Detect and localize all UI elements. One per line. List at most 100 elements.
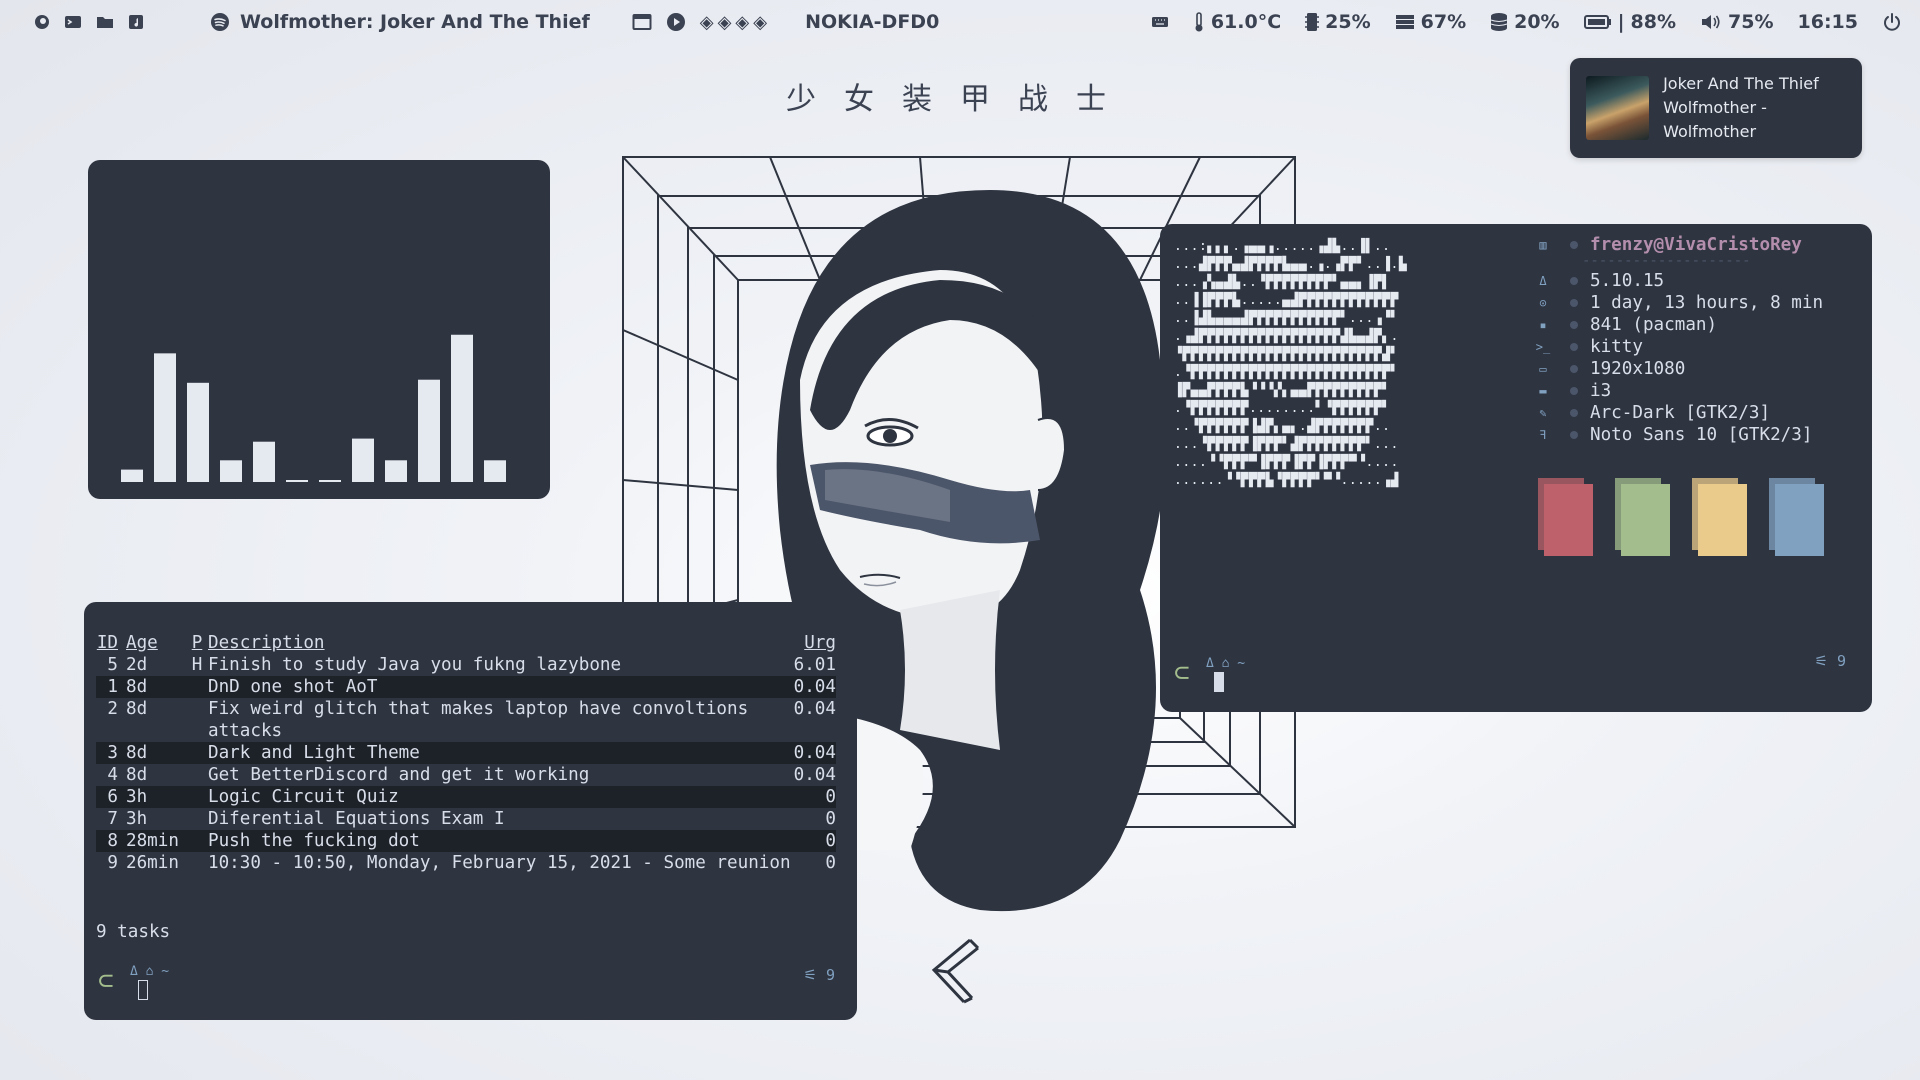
music-icon[interactable] (128, 14, 144, 30)
cpu-usage: 25% (1325, 11, 1371, 33)
table-row: 9 26min 10:30 - 10:50, Monday, February … (96, 852, 836, 874)
terminal-cursor (1214, 672, 1224, 692)
network-name: NOKIA-DFD0 (805, 11, 940, 33)
spotify-icon[interactable] (210, 12, 230, 32)
info-separator: -------------------- (1582, 253, 1751, 269)
info-separator-row: -------------------- (1534, 253, 1823, 270)
task-urgency: 0.04 (792, 742, 836, 764)
terminal-icon[interactable] (64, 14, 82, 30)
task-description: Push the fucking dot (208, 830, 792, 852)
workspace-indicators[interactable]: ◈◈◈◈ (700, 12, 771, 33)
kernel-icon: Δ (1539, 274, 1547, 288)
task-priority (186, 786, 208, 808)
music-notification[interactable]: Joker And The Thief Wolfmother - Wolfmot… (1570, 58, 1862, 158)
color-swatch (1692, 478, 1747, 556)
keyboard-icon (1151, 15, 1169, 29)
task-id: 3 (96, 742, 126, 764)
volume-icon[interactable] (1700, 13, 1722, 31)
info-row-resolution: ▭ 1920x1080 (1534, 358, 1823, 380)
play-icon[interactable] (666, 12, 686, 32)
bullet-dot (1570, 409, 1578, 417)
task-age: 8d (126, 765, 148, 785)
info-row-uptime: ⊙ 1 day, 13 hours, 8 min (1534, 292, 1823, 314)
task-urgency: 6.01 (793, 655, 836, 675)
header-id: ID (96, 633, 118, 653)
task-description: Diferential Equations Exam I (208, 809, 505, 829)
user-icon: ▥ (1539, 238, 1547, 252)
task-age: 3h (126, 809, 148, 829)
task-age: 8d (126, 699, 148, 719)
task-id: 1 (96, 676, 126, 698)
task-priority (186, 698, 208, 742)
clock-icon: ⊙ (1539, 296, 1547, 310)
task-count: 9 tasks (96, 922, 171, 942)
task-id: 8 (96, 830, 126, 852)
bullet-dot (1570, 277, 1578, 285)
visualizer-bar (352, 438, 374, 482)
bullet-dot (1570, 343, 1578, 351)
font-icon: ꟻ (1539, 428, 1547, 442)
memory-icon (1395, 13, 1415, 31)
task-urgency: 0 (825, 809, 836, 829)
power-icon[interactable] (1882, 12, 1902, 32)
prompt-bracket-icon: ⊂ (98, 966, 114, 996)
task-age: 26min (126, 853, 179, 873)
task-priority: H (191, 655, 203, 675)
color-swatch (1769, 478, 1824, 556)
battery-level: 88% (1630, 11, 1677, 33)
task-id: 2 (107, 699, 118, 719)
prompt-meta: Δ ⌂ ~ (130, 964, 170, 979)
disk-usage: 20% (1514, 11, 1560, 33)
terminal-cursor (138, 980, 148, 1000)
header-priority: P (191, 633, 203, 653)
album-art (1586, 76, 1650, 140)
task-description: 10:30 - 10:50, Monday, February 15, 2021… (208, 853, 791, 873)
visualizer-bar (418, 379, 440, 482)
table-row: 2 8d Fix weird glitch that makes laptop … (96, 698, 836, 742)
swatch-block (1544, 484, 1593, 556)
info-value: 1920x1080 (1590, 359, 1686, 379)
battery-separator: | (1617, 11, 1625, 33)
table-row: 7 3h Diferential Equations Exam I 0 (96, 808, 836, 830)
notification-title: Joker And The Thief (1663, 74, 1819, 93)
table-row: 1 8d DnD one shot AoT 0.04 (96, 676, 836, 698)
clock[interactable]: 16:15 (1798, 11, 1858, 33)
visualizer-bar (220, 460, 242, 482)
task-priority (186, 852, 208, 874)
info-row-kernel: Δ 5.10.15 (1534, 270, 1823, 292)
top-bar: Wolfmother: Joker And The Thief ◈◈◈◈ NOK… (0, 0, 1920, 44)
info-row-terminal: >_ kitty (1534, 336, 1823, 358)
task-priority (186, 676, 208, 698)
task-id: 5 (107, 655, 118, 675)
task-urgency: 0 (792, 786, 836, 808)
visualizer-bar (319, 480, 341, 482)
bullet-dot (1570, 321, 1578, 329)
info-value: 5.10.15 (1590, 271, 1665, 291)
color-swatch (1538, 478, 1593, 556)
job-count: ⚟ 9 (803, 966, 835, 984)
brush-icon: ✎ (1539, 406, 1547, 420)
firefox-icon[interactable] (34, 14, 50, 30)
swatch-block (1698, 484, 1747, 556)
bullet-dot (1570, 365, 1578, 373)
neofetch-terminal[interactable]: ...:▖▖▖.▗▄▄▗.....▗▟▙..▐▌.. ...▟▛▛▛▄▟▛▛▛▛… (1160, 224, 1872, 712)
info-row-theme: ✎ Arc-Dark [GTK2/3] (1534, 402, 1823, 424)
table-row: 4 8d Get BetterDiscord and get it workin… (96, 764, 836, 786)
task-priority (186, 808, 208, 830)
task-terminal[interactable]: ID Age P Description Urg 5 2d H Finish t… (84, 602, 857, 1020)
folder-icon[interactable] (96, 14, 114, 30)
table-row: 5 2d H Finish to study Java you fukng la… (96, 654, 836, 676)
task-table: ID Age P Description Urg 5 2d H Finish t… (96, 632, 836, 874)
window-title[interactable]: Wolfmother: Joker And The Thief (240, 11, 590, 33)
window-icon[interactable] (632, 13, 652, 31)
job-count: ⚟ 9 (1814, 652, 1846, 670)
prompt-meta: Δ ⌂ ~ (1206, 656, 1246, 671)
visualizer-bar (154, 353, 176, 482)
bullet-dot (1570, 431, 1578, 439)
temperature-value: 61.0°C (1210, 11, 1282, 33)
info-value: 1 day, 13 hours, 8 min (1590, 293, 1824, 313)
volume-level[interactable]: 75% (1728, 11, 1773, 33)
monitor-icon: ▭ (1539, 362, 1547, 376)
task-age: 2d (126, 655, 148, 675)
bullet-dot (1570, 241, 1578, 249)
